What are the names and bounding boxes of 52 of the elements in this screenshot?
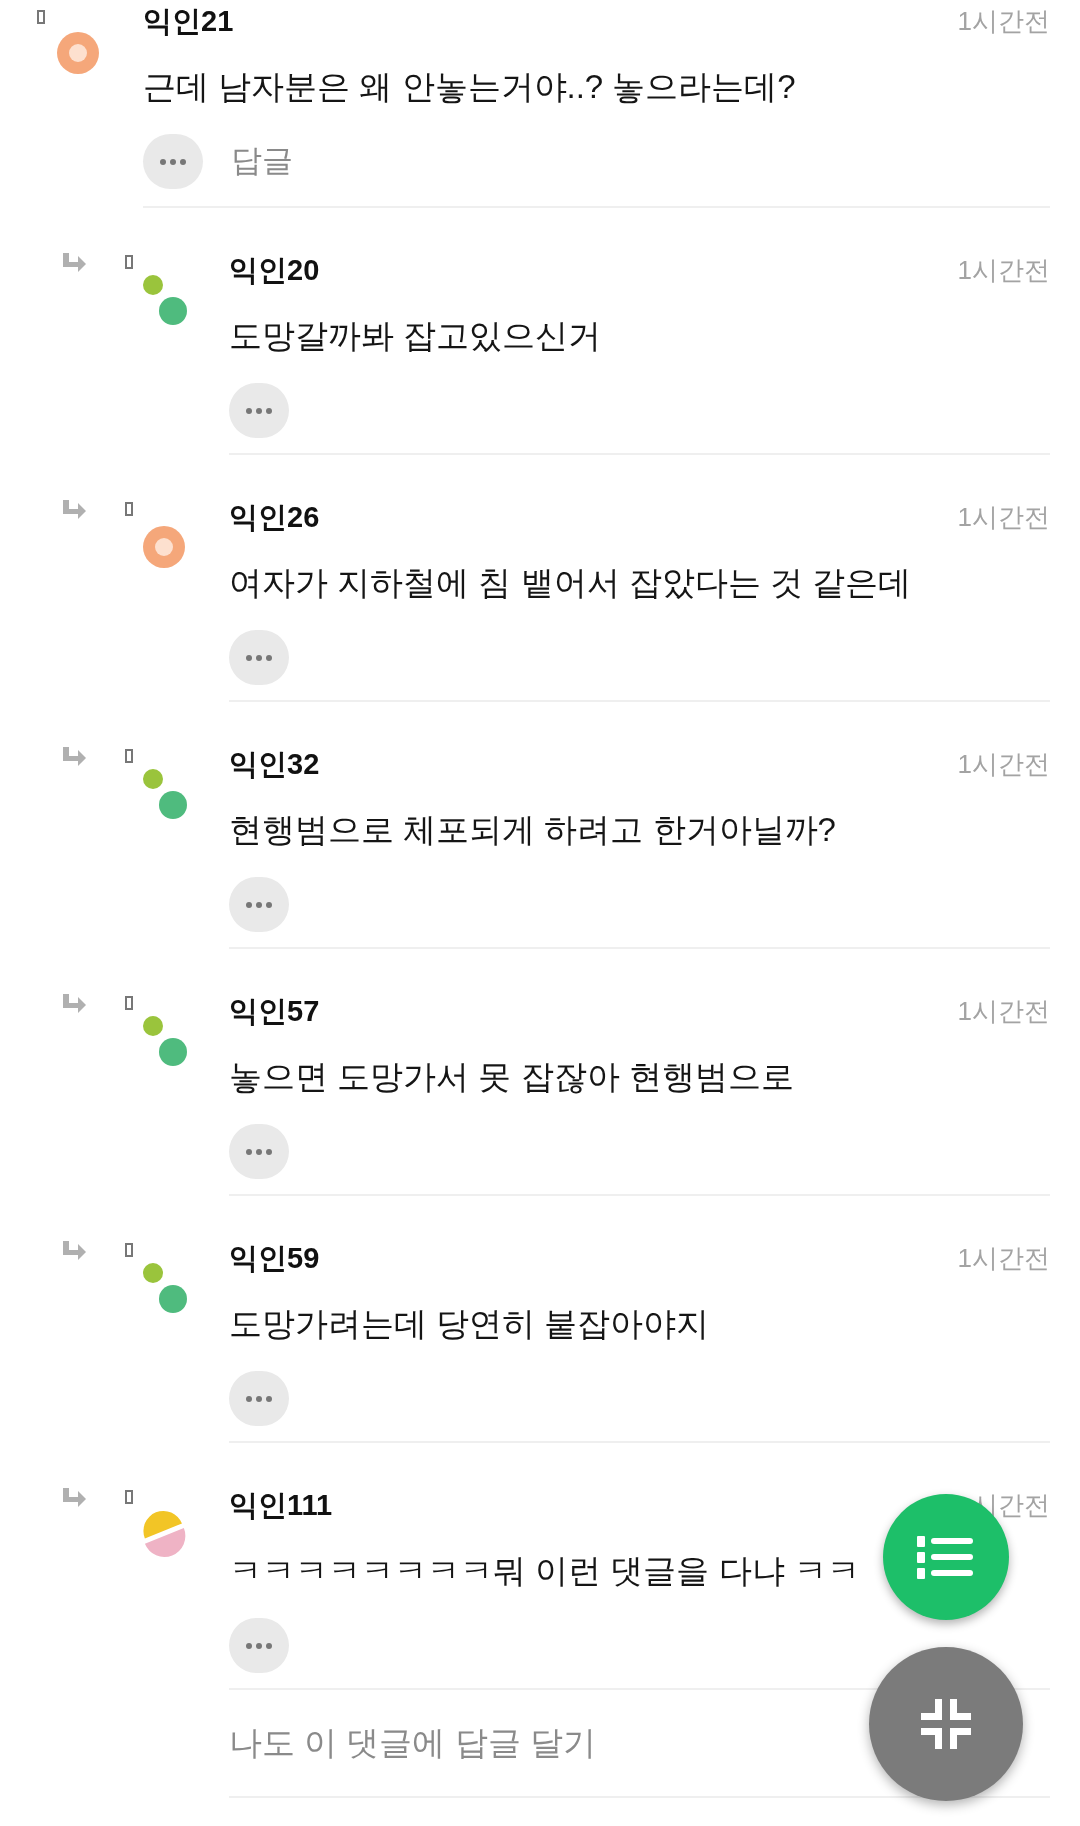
collapse-button[interactable]	[869, 1647, 1023, 1801]
reply-arrow-icon	[62, 1488, 86, 1509]
timestamp: 1시간전	[957, 5, 1050, 38]
author-name: 익인111	[229, 1488, 333, 1523]
more-icon	[246, 901, 272, 908]
comment-text: 현행범으로 체포되게 하려고 한거아닐까?	[229, 810, 836, 850]
avatar-icon	[143, 526, 185, 568]
timestamp: 1시간전	[957, 254, 1050, 287]
collapse-icon	[921, 1699, 971, 1749]
reply-prompt[interactable]: 나도 이 댓글에 답글 달기	[229, 1718, 596, 1768]
timestamp: 1시간전	[957, 1242, 1050, 1275]
comment-text: 놓으면 도망가서 못 잡잖아 현행범으로	[229, 1057, 794, 1097]
box-icon	[125, 749, 133, 763]
reply-arrow-icon	[62, 253, 86, 274]
more-icon	[246, 1148, 272, 1155]
author-name: 익인26	[229, 500, 320, 535]
more-icon	[246, 407, 272, 414]
box-icon	[125, 996, 133, 1010]
numbered-list-icon	[917, 1534, 975, 1580]
reply-arrow-icon	[62, 500, 86, 521]
avatar-icon	[143, 769, 187, 819]
box-icon	[125, 502, 133, 516]
comment-text: 근데 남자분은 왜 안놓는거야..? 놓으라는데?	[143, 67, 796, 107]
reply-arrow-icon	[62, 994, 86, 1015]
box-icon	[37, 10, 45, 24]
more-icon	[160, 158, 186, 165]
avatar-icon	[143, 275, 187, 325]
comment-text: 도망가려는데 당연히 붙잡아야지	[229, 1304, 710, 1344]
box-icon	[125, 1490, 133, 1504]
more-icon	[246, 1642, 272, 1649]
author-name: 익인57	[229, 994, 320, 1029]
timestamp: 1시간전	[957, 748, 1050, 781]
author-name: 익인32	[229, 747, 320, 782]
timestamp: 1시간전	[957, 995, 1050, 1028]
comment-text: 도망갈까봐 잡고있으신거	[229, 316, 602, 356]
box-icon	[125, 1243, 133, 1257]
avatar-icon	[143, 1510, 186, 1557]
avatar-icon	[143, 1016, 187, 1066]
more-icon	[246, 1395, 272, 1402]
author-name: 익인20	[229, 253, 320, 288]
box-icon	[125, 255, 133, 269]
timestamp: 1시간전	[957, 501, 1050, 534]
reply-link[interactable]: 답글	[231, 138, 293, 185]
reply-arrow-icon	[62, 1241, 86, 1262]
avatar-icon	[57, 32, 99, 74]
more-icon	[246, 654, 272, 661]
comment-text: 여자가 지하철에 침 뱉어서 잡았다는 것 같은데	[229, 563, 911, 603]
comment-text: ㅋㅋㅋㅋㅋㅋㅋㅋ뭐 이런 댓글을 다냐 ㅋㅋ	[229, 1551, 860, 1591]
reply-arrow-icon	[62, 747, 86, 768]
author-name: 익인21	[143, 4, 234, 39]
avatar-icon	[143, 1263, 187, 1313]
author-name: 익인59	[229, 1241, 320, 1276]
